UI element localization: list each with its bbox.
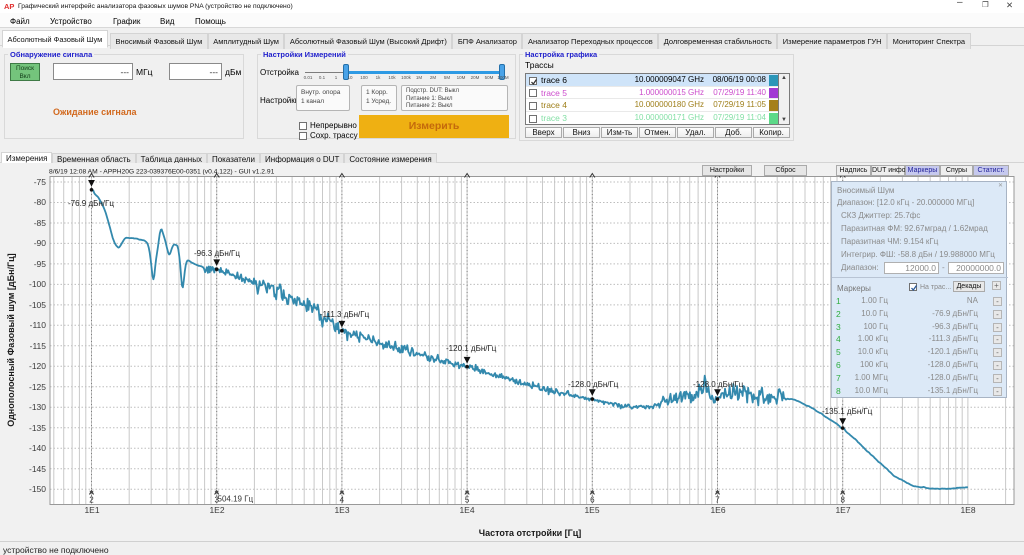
svg-text:5: 5: [465, 496, 470, 505]
svg-text:6: 6: [590, 496, 595, 505]
svg-text:8: 8: [840, 496, 845, 505]
svg-text:-128.0 дБн/Гц: -128.0 дБн/Гц: [693, 380, 744, 389]
svg-text:1E1: 1E1: [84, 505, 99, 515]
svg-text:4: 4: [340, 496, 345, 505]
svg-text:-125: -125: [29, 382, 46, 392]
svg-text:-111.3 дБн/Гц: -111.3 дБн/Гц: [320, 310, 370, 319]
svg-text:-150: -150: [29, 484, 46, 494]
svg-text:Однополосный Фазовый шум [дБн/: Однополосный Фазовый шум [дБн/Гц]: [6, 253, 16, 426]
svg-text:-135: -135: [29, 423, 46, 433]
svg-text:-145: -145: [29, 464, 46, 474]
svg-text:-105: -105: [29, 300, 46, 310]
svg-text:504.19 Гц: 504.19 Гц: [218, 495, 254, 504]
svg-text:-135.1 дБн/Гц: -135.1 дБн/Гц: [822, 407, 873, 416]
svg-text:-110: -110: [30, 320, 47, 330]
svg-text:-120: -120: [29, 361, 46, 371]
svg-text:-100: -100: [29, 279, 46, 289]
svg-text:-80: -80: [34, 197, 47, 207]
svg-text:1E8: 1E8: [960, 505, 975, 515]
svg-text:-96.3 дБн/Гц: -96.3 дБн/Гц: [194, 249, 240, 258]
svg-text:-140: -140: [29, 443, 46, 453]
svg-text:-75: -75: [34, 177, 47, 187]
svg-text:-115: -115: [30, 341, 47, 351]
svg-text:-76.9 дБн/Гц: -76.9 дБн/Гц: [68, 199, 114, 208]
svg-text:-85: -85: [34, 218, 47, 228]
svg-text:-120.1 дБн/Гц: -120.1 дБн/Гц: [446, 344, 497, 353]
svg-text:-130: -130: [29, 402, 46, 412]
svg-text:1E2: 1E2: [209, 505, 224, 515]
svg-text:1E7: 1E7: [835, 505, 850, 515]
svg-text:1E4: 1E4: [459, 505, 474, 515]
svg-text:-128.0 дБн/Гц: -128.0 дБн/Гц: [568, 380, 619, 389]
svg-text:7: 7: [715, 496, 720, 505]
svg-text:-95: -95: [34, 259, 47, 269]
svg-text:-90: -90: [34, 238, 47, 248]
svg-text:1E3: 1E3: [334, 505, 349, 515]
svg-text:Частота отстройки [Гц]: Частота отстройки [Гц]: [479, 528, 581, 538]
svg-text:2: 2: [89, 496, 94, 505]
svg-text:8/6/19 12:08 AM - APPH20G 223-: 8/6/19 12:08 AM - APPH20G 223-039376E00-…: [49, 169, 275, 176]
svg-text:1E5: 1E5: [584, 505, 599, 515]
svg-text:1E6: 1E6: [710, 505, 725, 515]
